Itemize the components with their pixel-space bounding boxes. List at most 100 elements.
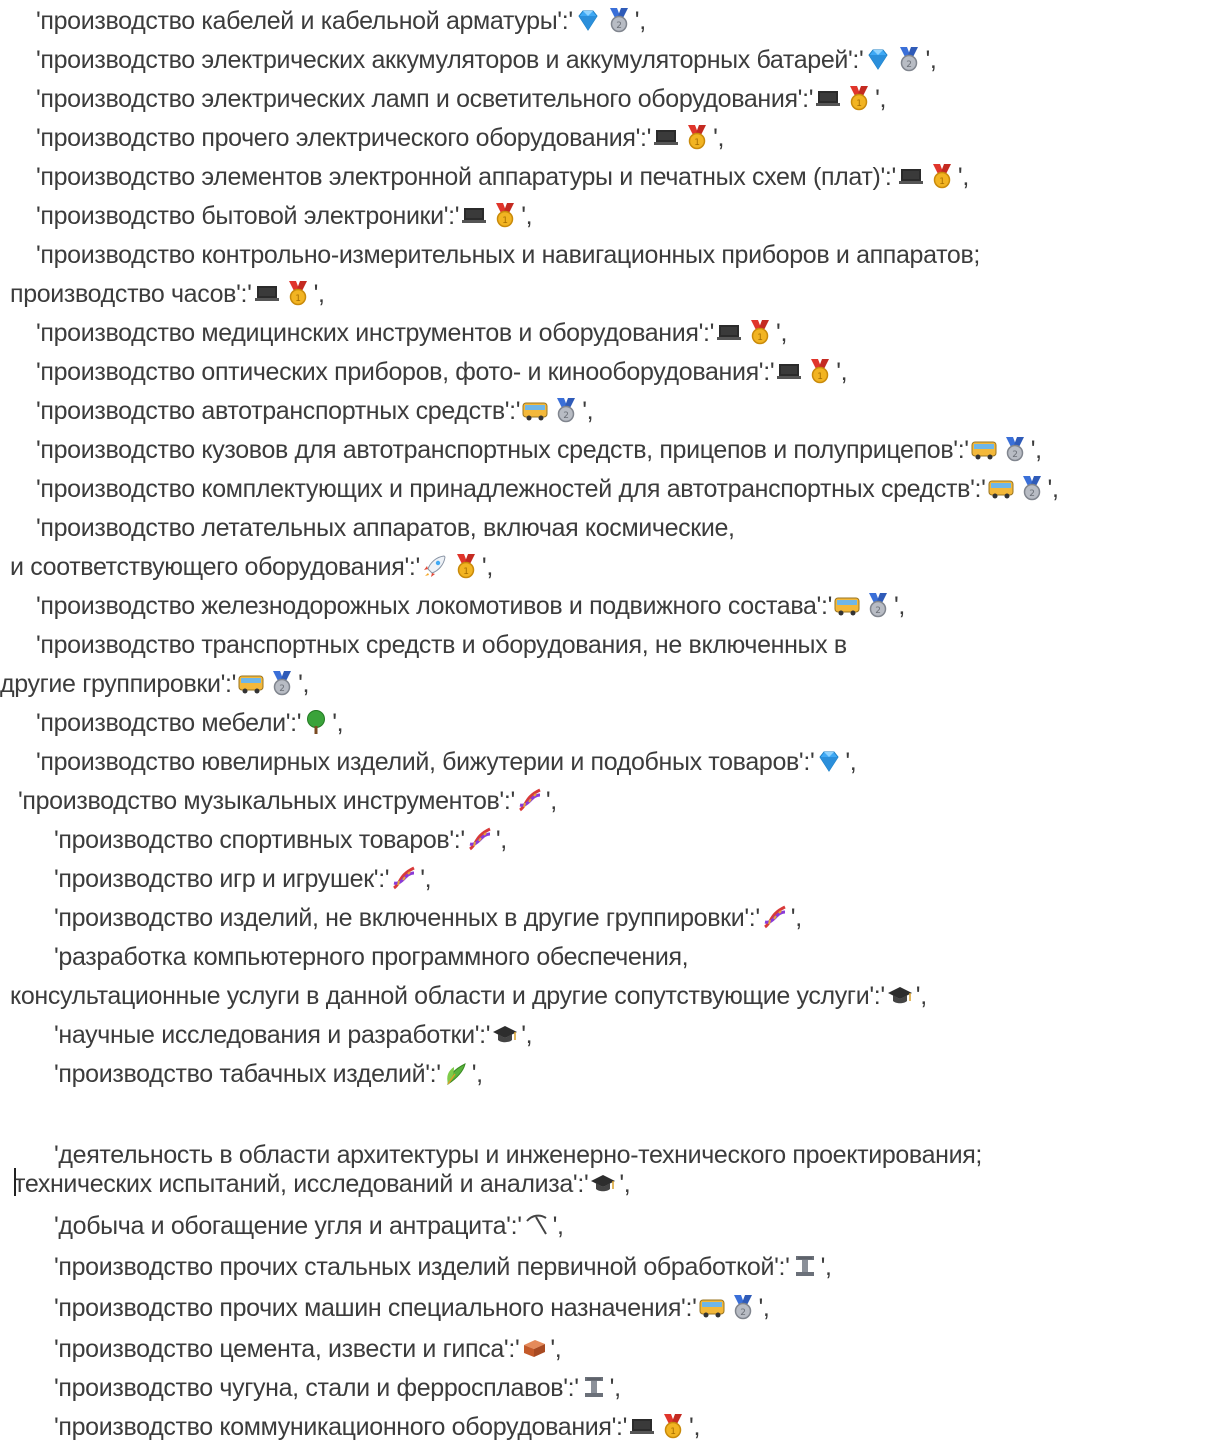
gold-medal-icon: 1	[684, 124, 710, 150]
laptop-icon	[629, 1413, 655, 1439]
svg-text:2: 2	[616, 21, 621, 31]
line-text: 'производство медицинских инструментов и…	[36, 319, 715, 347]
line-text: 'производство электрических аккумуляторо…	[36, 46, 864, 74]
laptop-icon	[653, 124, 679, 150]
silver-medal-icon: 2	[730, 1294, 756, 1320]
line-suffix: ',	[481, 553, 493, 581]
svg-text:2: 2	[740, 1308, 745, 1318]
line-text: и соответствующего оборудования':'	[10, 553, 420, 581]
dna-icon	[517, 787, 543, 813]
laptop-icon	[776, 358, 802, 384]
svg-text:1: 1	[295, 294, 300, 304]
graduation-cap-icon	[492, 1021, 518, 1047]
code-line: 'производство транспортных средств и обо…	[36, 626, 847, 664]
plant-icon	[443, 1060, 469, 1086]
code-line: 'производство табачных изделий':' ',	[54, 1055, 483, 1093]
dna-icon	[391, 865, 417, 891]
pick-icon	[524, 1212, 550, 1238]
code-line: 'производство игр и игрушек':' ',	[54, 860, 432, 898]
silver-medal-icon: 2	[553, 397, 579, 423]
line-text: 'производство контрольно-измерительных и…	[36, 241, 981, 269]
code-line: 'производство медицинских инструментов и…	[36, 314, 787, 352]
svg-text:1: 1	[856, 99, 861, 109]
line-text: 'производство железнодорожных локомотиво…	[36, 592, 832, 620]
gold-medal-icon: 1	[492, 202, 518, 228]
line-text: 'производство летательных аппаратов, вкл…	[36, 514, 735, 542]
line-suffix: ',	[820, 1253, 832, 1281]
line-suffix: ',	[495, 826, 507, 854]
line-text: технических испытаний, исследований и ан…	[14, 1170, 589, 1198]
line-suffix: ',	[875, 85, 887, 113]
code-line: 'разработка компьютерного программного о…	[54, 938, 689, 976]
line-suffix: ',	[313, 280, 325, 308]
line-text: 'производство оптических приборов, фото-…	[36, 358, 775, 386]
svg-text:2: 2	[279, 684, 284, 694]
line-text: 'производство электрических ламп и освет…	[36, 85, 814, 113]
line-suffix: ',	[521, 202, 533, 230]
line-text: 'разработка компьютерного программного о…	[54, 943, 689, 971]
code-line: 'производство железнодорожных локомотиво…	[36, 587, 905, 625]
code-line: 'производство изделий, не включенных в д…	[54, 899, 802, 937]
line-suffix: ',	[298, 670, 310, 698]
silver-medal-icon: 2	[865, 592, 891, 618]
gold-medal-icon: 1	[807, 358, 833, 384]
code-line: 'производство музыкальных инструментов':…	[18, 782, 557, 820]
code-line: 'добыча и обогащение угля и антрацита':'…	[54, 1207, 564, 1245]
line-text: 'производство цемента, извести и гипса':…	[54, 1335, 520, 1363]
line-suffix: ',	[836, 358, 848, 386]
svg-text:2: 2	[1029, 489, 1034, 499]
rocket-icon	[422, 553, 448, 579]
code-line: 'производство ювелирных изделий, бижутер…	[36, 743, 857, 781]
line-suffix: ',	[550, 1335, 562, 1363]
code-line: 'производство прочего электрического обо…	[36, 119, 724, 157]
line-suffix: ',	[713, 124, 725, 152]
line-suffix: ',	[1047, 475, 1059, 503]
svg-text:1: 1	[757, 333, 762, 343]
line-suffix: ',	[894, 592, 906, 620]
line-text: 'производство игр и игрушек':'	[54, 865, 390, 893]
line-suffix: ',	[420, 865, 432, 893]
graduation-cap-icon	[590, 1170, 616, 1196]
line-suffix: ',	[925, 46, 937, 74]
code-line: 'производство чугуна, стали и ферросплав…	[54, 1369, 621, 1407]
gold-medal-icon: 1	[747, 319, 773, 345]
line-suffix: ',	[689, 1413, 701, 1441]
svg-text:1: 1	[694, 138, 699, 148]
line-suffix: ',	[609, 1374, 621, 1402]
line-suffix: ',	[521, 1021, 533, 1049]
laptop-icon	[898, 163, 924, 189]
bus-icon	[238, 670, 264, 696]
line-text: 'производство бытовой электроники':'	[36, 202, 460, 230]
text-editor[interactable]: 'производство кабелей и кабельной армату…	[0, 0, 1221, 1450]
line-text: 'производство комплектующих и принадлежн…	[36, 475, 986, 503]
gem-icon	[575, 7, 601, 33]
line-text: 'производство прочих машин специального …	[54, 1294, 697, 1322]
line-text: 'научные исследования и разработки':'	[54, 1021, 491, 1049]
line-suffix: ',	[915, 982, 927, 1010]
code-line: производство часов':' 1 ',	[10, 275, 325, 313]
line-text: другие группировки':'	[0, 670, 237, 698]
line-suffix: ',	[582, 397, 594, 425]
silver-medal-icon: 2	[1002, 436, 1028, 462]
gold-medal-icon: 1	[846, 85, 872, 111]
line-suffix: ',	[758, 1294, 770, 1322]
svg-text:1: 1	[463, 567, 468, 577]
svg-text:2: 2	[907, 60, 912, 70]
line-text: 'производство прочего электрического обо…	[36, 124, 652, 152]
line-text: 'производство музыкальных инструментов':…	[18, 787, 515, 815]
code-line: 'производство цемента, извести и гипса':…	[54, 1330, 562, 1368]
code-line: 'производство прочих машин специального …	[54, 1289, 770, 1327]
code-line: 'производство оптических приборов, фото-…	[36, 353, 848, 391]
bus-icon	[699, 1294, 725, 1320]
code-line: 'производство прочих стальных изделий пе…	[54, 1248, 832, 1286]
svg-text:2: 2	[564, 411, 569, 421]
line-suffix: ',	[845, 748, 857, 776]
line-suffix: ',	[634, 7, 646, 35]
code-line: консультационные услуги в данной области…	[10, 977, 927, 1015]
steel-beam-icon	[792, 1253, 818, 1279]
gold-medal-icon: 1	[453, 553, 479, 579]
svg-text:1: 1	[818, 372, 823, 382]
code-line: и соответствующего оборудования':' 1 ',	[10, 548, 493, 586]
line-text: 'производство автотранспортных средств':…	[36, 397, 521, 425]
code-line: 'научные исследования и разработки':' ',	[54, 1016, 533, 1054]
